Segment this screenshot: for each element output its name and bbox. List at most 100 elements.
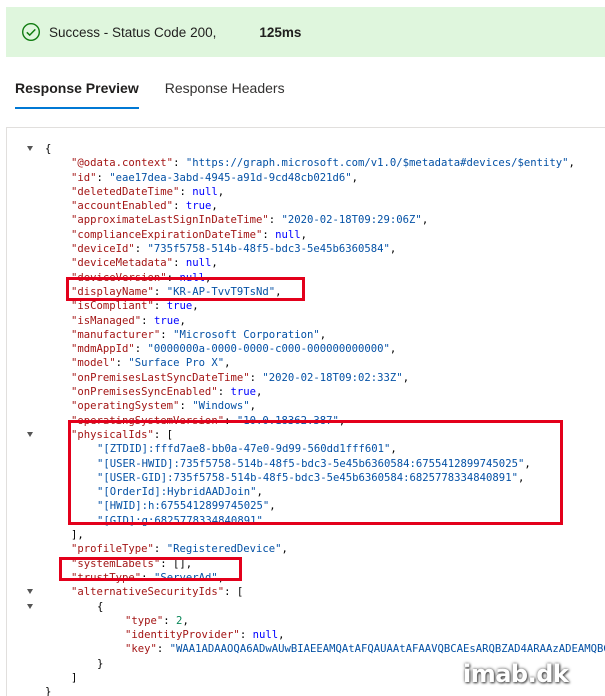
fold-toggle-icon[interactable]: [27, 431, 33, 437]
code-line-text: "type": 2,: [125, 614, 189, 628]
code-line: "onPremisesLastSyncDateTime": "2020-02-1…: [7, 371, 605, 385]
code-line: "deviceId": "735f5758-514b-48f5-bdc3-5e4…: [7, 242, 605, 256]
code-line-text: "@odata.context": "https://graph.microso…: [71, 156, 575, 170]
success-check-icon: [21, 22, 41, 42]
code-token: }: [45, 686, 52, 696]
code-token: : [: [224, 586, 244, 599]
code-token: :: [239, 629, 253, 642]
code-token: "isManaged": [71, 314, 142, 327]
code-line: "deletedDateTime": null,: [7, 185, 605, 199]
code-token: "0000000a-0000-0000-c000-000000000000": [147, 343, 390, 356]
code-token: "Windows": [192, 400, 250, 413]
response-preview-editor[interactable]: { "@odata.context": "https://graph.micros…: [6, 127, 605, 696]
code-token: "complianceExpirationDateTime": [71, 228, 263, 241]
code-token: "eae17dea-3abd-4945-a91d-9cd48cb021d6": [109, 171, 352, 184]
code-token: "Surface Pro X": [128, 357, 225, 370]
code-token: "identityProvider": [125, 629, 240, 642]
code-token: :: [173, 200, 186, 213]
code-line-text: "deviceId": "735f5758-514b-48f5-bdc3-5e4…: [71, 242, 396, 256]
fold-toggle-icon[interactable]: [27, 146, 33, 151]
code-token: "@odata.context": [71, 157, 174, 170]
code-line-text: "operatingSystem": "Windows",: [71, 399, 256, 413]
tab-response-preview[interactable]: Response Preview: [15, 80, 139, 110]
code-line: "model": "Surface Pro X",: [7, 356, 605, 370]
code-token: ,: [568, 157, 575, 170]
code-line-text: {: [45, 142, 51, 156]
code-token: null: [192, 185, 218, 198]
code-line-text: "mdmAppId": "0000000a-0000-0000-c000-000…: [71, 342, 396, 356]
highlight-display-name: [66, 277, 305, 301]
code-token: "type": [125, 614, 164, 627]
code-token: "manufacturer": [71, 328, 161, 341]
code-line: "mdmAppId": "0000000a-0000-0000-c000-000…: [7, 342, 605, 356]
code-line: "approximateLastSignInDateTime": "2020-0…: [7, 213, 605, 227]
code-token: ,: [217, 185, 225, 198]
code-token: }: [97, 657, 104, 670]
code-token: ,: [319, 328, 327, 341]
code-token: :: [179, 400, 193, 413]
fold-toggle-icon[interactable]: [27, 603, 33, 609]
code-line-text: "identityProvider": null,: [125, 628, 284, 642]
code-token: :: [156, 643, 170, 656]
code-token: ,: [179, 314, 186, 327]
code-line-text: "deletedDateTime": null,: [71, 185, 224, 199]
code-line-text: }: [45, 685, 51, 696]
code-token: "onPremisesLastSyncDateTime": [71, 371, 250, 384]
code-token: ,: [192, 300, 199, 313]
code-token: :: [134, 343, 148, 356]
code-line-text: "deviceMetadata": null,: [71, 256, 218, 270]
code-line-text: "alternativeSecurityIds": [: [71, 585, 243, 599]
highlight-physical-ids: [68, 420, 563, 525]
code-line: "onPremisesSyncEnabled": true,: [7, 385, 605, 399]
code-token: ,: [211, 257, 218, 270]
fold-toggle-icon[interactable]: [27, 589, 33, 595]
code-token: :: [141, 314, 154, 327]
response-time: 125ms: [259, 24, 302, 40]
code-token: "Microsoft Corporation": [173, 328, 320, 341]
code-token: null: [252, 629, 279, 642]
code-line-text: "onPremisesLastSyncDateTime": "2020-02-1…: [71, 371, 409, 385]
code-line-text: "manufacturer": "Microsoft Corporation",: [71, 328, 326, 342]
status-text: Success - Status Code 200,: [49, 24, 217, 40]
code-line-text: "model": "Surface Pro X",: [71, 356, 230, 370]
code-line: "deviceMetadata": null,: [7, 256, 605, 270]
code-token: ,: [421, 214, 429, 227]
code-line: "isCompliant": true,: [7, 299, 605, 313]
code-line: "operatingSystem": "Windows",: [7, 399, 605, 413]
code-token: "https://graph.microsoft.com/v1.0/$metad…: [185, 157, 569, 170]
code-line: "id": "eae17dea-3abd-4945-a91d-9cd48cb02…: [7, 171, 605, 185]
code-line: "complianceExpirationDateTime": null,: [7, 228, 605, 242]
code-token: "isCompliant": [71, 300, 154, 313]
code-line-text: "approximateLastSignInDateTime": "2020-0…: [71, 213, 428, 227]
code-line: "type": 2,: [7, 614, 605, 628]
code-line-text: "onPremisesSyncEnabled": true,: [71, 385, 262, 399]
code-token: "735f5758-514b-48f5-bdc3-5e45b6360584": [147, 243, 390, 256]
code-token: :: [173, 257, 186, 270]
code-token: ,: [182, 614, 189, 627]
code-token: :: [179, 185, 193, 198]
code-token: ,: [389, 343, 397, 356]
code-line: "accountEnabled": true,: [7, 199, 605, 213]
code-token: "deviceId": [71, 243, 135, 256]
code-token: ,: [249, 400, 256, 413]
status-banner: Success - Status Code 200, 125ms: [6, 7, 605, 57]
code-token: ,: [389, 243, 397, 256]
code-token: "approximateLastSignInDateTime": [71, 214, 269, 227]
code-token: :: [249, 371, 263, 384]
tab-response-headers[interactable]: Response Headers: [165, 80, 285, 110]
code-token: ,: [255, 386, 263, 399]
code-token: :: [163, 614, 177, 627]
code-line: "isManaged": true,: [7, 314, 605, 328]
code-token: ,: [300, 228, 308, 241]
code-token: :: [153, 543, 167, 556]
code-line-text: ]: [71, 671, 77, 685]
code-token: :: [262, 228, 276, 241]
code-token: ,: [224, 357, 231, 370]
watermark-logo: imab.dk: [463, 660, 569, 688]
code-line-text: "complianceExpirationDateTime": null,: [71, 228, 307, 242]
code-token: {: [97, 600, 104, 613]
code-token: :: [160, 328, 174, 341]
code-token: :: [268, 214, 282, 227]
code-token: true: [153, 314, 180, 327]
code-token: ,: [402, 371, 410, 384]
